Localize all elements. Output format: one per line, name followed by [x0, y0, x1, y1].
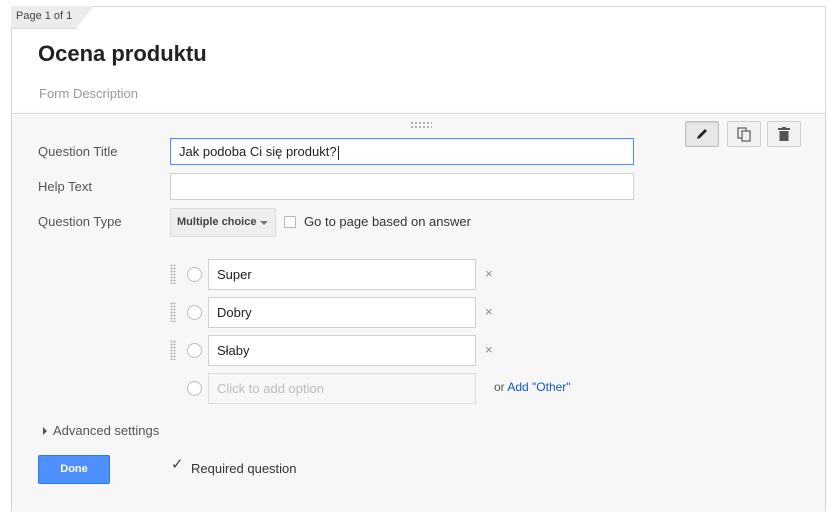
go-to-page-label: Go to page based on answer [304, 214, 471, 229]
radio-button [187, 381, 202, 396]
question-type-label: Question Type [38, 214, 122, 229]
question-editor: Question Title Jak podoba Ci się produkt… [12, 113, 825, 512]
option-row: Dobry × [170, 297, 500, 328]
add-option-row: Click to add option [170, 373, 500, 404]
question-type-select[interactable]: Multiple choice [170, 208, 276, 237]
edit-button[interactable] [685, 121, 719, 147]
required-checkbox[interactable]: ✓ [171, 457, 184, 474]
done-button[interactable]: Done [38, 455, 110, 484]
remove-option-icon[interactable]: × [485, 342, 493, 357]
radio-button [187, 343, 202, 358]
delete-button[interactable] [767, 121, 801, 147]
form-title[interactable]: Ocena produktu [38, 41, 207, 67]
radio-button [187, 305, 202, 320]
advanced-settings-toggle[interactable]: Advanced settings [43, 423, 159, 438]
question-title-label: Question Title [38, 144, 118, 159]
duplicate-button[interactable] [727, 121, 761, 147]
duplicate-icon [737, 126, 751, 142]
chevron-down-icon [260, 221, 268, 225]
remove-option-icon[interactable]: × [485, 304, 493, 319]
drag-handle-icon[interactable] [170, 302, 176, 322]
page-tab-label: Page 1 of 1 [16, 10, 73, 22]
option-input[interactable]: Super [208, 259, 476, 290]
option-input[interactable]: Słaby [208, 335, 476, 366]
question-type-value: Multiple choice [177, 216, 257, 228]
question-title-input[interactable]: Jak podoba Ci się produkt? [170, 138, 634, 165]
text-caret [337, 145, 339, 160]
advanced-settings-label: Advanced settings [53, 423, 160, 438]
help-text-label: Help Text [38, 179, 92, 194]
drag-handle-icon[interactable] [410, 121, 432, 129]
option-row: Słaby × [170, 335, 500, 366]
add-other-text: or Add "Other" [494, 380, 571, 394]
add-option-input[interactable]: Click to add option [208, 373, 476, 404]
drag-handle-icon[interactable] [170, 264, 176, 284]
question-title-value: Jak podoba Ci się produkt? [179, 144, 337, 159]
option-row: Super × [170, 259, 500, 290]
caret-right-icon [43, 426, 47, 435]
add-other-prefix: or [494, 380, 505, 394]
go-to-page-checkbox[interactable] [284, 216, 296, 228]
form-description[interactable]: Form Description [39, 86, 138, 101]
remove-option-icon[interactable]: × [485, 266, 493, 281]
trash-icon [778, 127, 790, 141]
checkmark-icon: ✓ [171, 456, 184, 473]
add-other-link[interactable]: Add "Other" [507, 380, 570, 394]
pencil-icon [697, 129, 707, 139]
radio-button [187, 267, 202, 282]
drag-handle-icon[interactable] [170, 340, 176, 360]
required-label: Required question [191, 461, 297, 476]
help-text-input[interactable] [170, 173, 634, 200]
option-input[interactable]: Dobry [208, 297, 476, 328]
